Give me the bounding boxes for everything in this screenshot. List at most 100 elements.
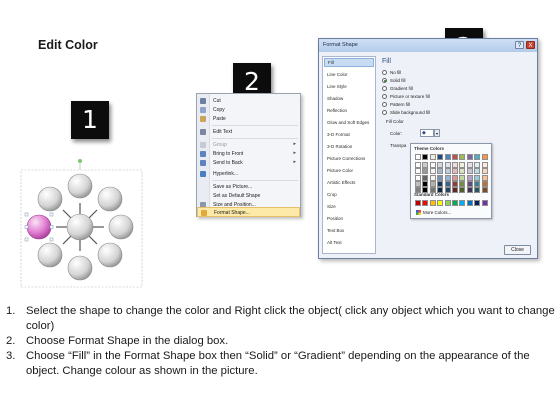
theme-color-swatch[interactable] [466, 174, 473, 181]
theme-color-swatch[interactable] [474, 180, 481, 187]
circle-bottom-left[interactable] [37, 242, 63, 268]
theme-color-swatch[interactable] [481, 162, 488, 169]
theme-color-swatch[interactable] [429, 187, 436, 193]
theme-color-swatch[interactable] [466, 168, 473, 175]
theme-color-swatch[interactable] [422, 162, 429, 169]
category-line-color[interactable]: Line Color [324, 70, 374, 79]
category-picture-color[interactable]: Picture Color [324, 166, 374, 175]
rotation-handle[interactable] [78, 159, 82, 163]
theme-color-swatch[interactable] [437, 174, 444, 181]
theme-color-swatch[interactable] [459, 162, 466, 169]
theme-color-swatch[interactable] [437, 168, 444, 175]
theme-color-swatch[interactable] [415, 154, 421, 160]
category-3d-rotation[interactable]: 3-D Rotation [324, 142, 374, 151]
theme-color-swatch[interactable] [415, 174, 421, 181]
category-reflection[interactable]: Reflection [324, 106, 374, 115]
circle-bottom-right[interactable] [97, 242, 123, 268]
help-button[interactable]: ? [515, 41, 524, 49]
theme-color-swatch[interactable] [415, 180, 421, 187]
theme-color-swatch[interactable] [444, 187, 451, 193]
theme-color-swatch[interactable] [474, 174, 481, 181]
theme-color-swatch[interactable] [474, 154, 481, 160]
theme-color-swatch[interactable] [422, 174, 429, 181]
color-picker-button[interactable]: ◆ [420, 129, 434, 137]
theme-color-swatch[interactable] [422, 187, 429, 193]
circle-right[interactable] [108, 214, 134, 240]
chevron-down-icon[interactable]: ▾ [434, 129, 440, 137]
category-line-style[interactable]: Line Style [324, 82, 374, 91]
theme-color-swatch[interactable] [481, 154, 488, 160]
standard-color-swatch[interactable] [481, 200, 488, 206]
close-button[interactable]: Close [504, 245, 531, 255]
standard-color-swatch[interactable] [466, 200, 473, 206]
theme-color-swatch[interactable] [466, 154, 473, 160]
theme-color-swatch[interactable] [474, 187, 481, 193]
category-fill[interactable]: Fill [324, 58, 374, 67]
theme-color-swatch[interactable] [452, 174, 458, 181]
cycle-diagram[interactable] [20, 158, 143, 288]
theme-color-swatch[interactable] [429, 162, 436, 169]
center-circle[interactable] [66, 213, 94, 241]
theme-color-swatch[interactable] [481, 180, 488, 187]
theme-color-swatch[interactable] [452, 187, 458, 193]
menu-item-format-shape[interactable]: Format Shape... [197, 207, 300, 217]
theme-color-swatch[interactable] [459, 174, 466, 181]
standard-color-swatch[interactable] [444, 200, 451, 206]
category-crop[interactable]: Crop [324, 190, 374, 199]
theme-color-swatch[interactable] [452, 180, 458, 187]
theme-color-swatch[interactable] [429, 168, 436, 175]
theme-color-swatch[interactable] [429, 174, 436, 181]
standard-color-swatch[interactable] [437, 200, 444, 206]
menu-item-paste[interactable]: Paste [197, 114, 300, 124]
theme-color-swatch[interactable] [422, 180, 429, 187]
category-text-box[interactable]: Text Box [324, 226, 374, 235]
theme-color-swatch[interactable] [444, 168, 451, 175]
theme-color-swatch[interactable] [415, 187, 421, 193]
theme-color-swatch[interactable] [452, 168, 458, 175]
standard-color-swatch[interactable] [422, 200, 429, 206]
theme-color-swatch[interactable] [444, 180, 451, 187]
more-colors-item[interactable]: More Colors... [416, 210, 451, 216]
circle-top-right[interactable] [97, 186, 123, 212]
theme-color-swatch[interactable] [459, 154, 466, 160]
menu-item-send-to-back[interactable]: Send to Back ▸ [197, 158, 300, 168]
theme-color-swatch[interactable] [466, 187, 473, 193]
category-shadow[interactable]: Shadow [324, 94, 374, 103]
theme-color-swatch[interactable] [459, 168, 466, 175]
theme-color-swatch[interactable] [429, 180, 436, 187]
theme-color-swatch[interactable] [459, 180, 466, 187]
theme-color-swatch[interactable] [444, 154, 451, 160]
category-3d-format[interactable]: 3-D Format [324, 130, 374, 139]
theme-color-swatch[interactable] [415, 162, 421, 169]
standard-color-swatch[interactable] [415, 200, 421, 206]
category-size[interactable]: Size [324, 202, 374, 211]
category-position[interactable]: Position [324, 214, 374, 223]
close-x-button[interactable]: X [526, 41, 535, 49]
standard-color-swatch[interactable] [429, 200, 436, 206]
theme-color-swatch[interactable] [437, 187, 444, 193]
circle-left-selected[interactable] [26, 214, 52, 240]
standard-color-swatch[interactable] [474, 200, 481, 206]
theme-color-swatch[interactable] [466, 162, 473, 169]
standard-color-swatch[interactable] [452, 200, 458, 206]
theme-color-swatch[interactable] [466, 180, 473, 187]
theme-color-swatch[interactable] [437, 162, 444, 169]
category-glow[interactable]: Glow and Soft Edges [324, 118, 374, 127]
circle-top-left[interactable] [37, 186, 63, 212]
theme-color-swatch[interactable] [437, 154, 444, 160]
menu-item-hyperlink[interactable]: Hyperlink... [197, 169, 300, 179]
theme-color-swatch[interactable] [459, 187, 466, 193]
menu-item-edit-text[interactable]: Edit Text [197, 127, 300, 137]
theme-color-swatch[interactable] [474, 168, 481, 175]
theme-color-swatch[interactable] [429, 154, 436, 160]
theme-color-swatch[interactable] [474, 162, 481, 169]
dialog-titlebar[interactable]: Format Shape ? X [319, 39, 537, 52]
circle-top[interactable] [67, 173, 93, 199]
theme-color-swatch[interactable] [422, 168, 429, 175]
theme-color-swatch[interactable] [452, 154, 458, 160]
theme-color-swatch[interactable] [437, 180, 444, 187]
theme-color-swatch[interactable] [444, 174, 451, 181]
theme-color-swatch[interactable] [422, 154, 429, 160]
circle-bottom[interactable] [67, 255, 93, 281]
theme-color-swatch[interactable] [481, 174, 488, 181]
